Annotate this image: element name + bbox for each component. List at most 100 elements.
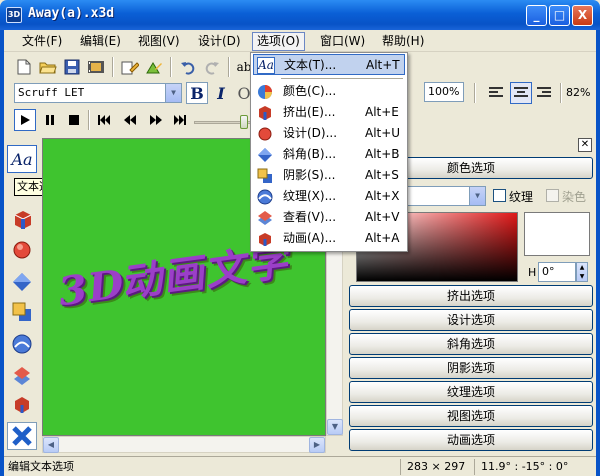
scroll-right-icon[interactable]: ▶ xyxy=(309,437,325,453)
zoom-field[interactable]: 100% xyxy=(424,82,464,102)
text-icon: Aa xyxy=(257,57,275,74)
window-frame-right xyxy=(596,30,600,476)
menu-option-shadow[interactable]: 阴影(S)... Alt+S xyxy=(253,165,405,186)
maximize-button[interactable]: □ xyxy=(549,5,570,26)
first-frame-icon[interactable] xyxy=(94,110,114,130)
window-title: Away(a).x3d xyxy=(28,6,115,21)
toolbar-separator xyxy=(88,110,90,130)
shadow-icon xyxy=(256,167,274,184)
undo-icon[interactable] xyxy=(178,57,198,77)
redo-icon[interactable] xyxy=(202,57,222,77)
new-file-icon[interactable] xyxy=(14,57,34,77)
canvas-horizontal-scrollbar[interactable]: ◀ ▶ xyxy=(42,436,326,453)
view-tool[interactable] xyxy=(7,362,37,390)
italic-button[interactable]: I xyxy=(211,83,231,103)
animation-icon xyxy=(256,230,274,247)
align-left-icon[interactable] xyxy=(486,83,506,103)
chevron-down-icon: ▼ xyxy=(469,187,485,205)
font-name-select[interactable]: Scruff LET ▼ xyxy=(14,83,182,103)
menu-option-view[interactable]: 查看(V)... Alt+V xyxy=(253,207,405,228)
color-icon xyxy=(256,83,274,100)
edit-design-icon[interactable] xyxy=(144,57,164,77)
menu-bar: 文件(F) 编辑(E) 视图(V) 设计(D) 选项(O) 窗口(W) 帮助(H… xyxy=(4,30,596,52)
rewind-icon[interactable] xyxy=(120,110,140,130)
extrude-icon xyxy=(256,104,274,121)
animation-tool[interactable] xyxy=(7,390,37,418)
shadow-tool[interactable] xyxy=(7,298,37,326)
align-center-icon[interactable] xyxy=(510,82,532,104)
animation-options-button[interactable]: 动画选项 xyxy=(349,429,593,451)
texture-checkbox-label: 纹理 xyxy=(509,190,534,204)
menu-help[interactable]: 帮助(H) xyxy=(378,33,428,49)
menu-window[interactable]: 窗口(W) xyxy=(316,33,369,49)
toolbar-separator xyxy=(474,83,476,103)
timeline-slider-thumb[interactable] xyxy=(240,115,248,129)
texture-tool[interactable] xyxy=(7,330,37,358)
hue-label: H xyxy=(528,266,537,279)
texture-icon xyxy=(256,188,274,205)
film-icon[interactable] xyxy=(86,57,106,77)
status-bar: 编辑文本选项 283 × 297 11.9° : -15° : 0° xyxy=(4,456,596,476)
menu-design[interactable]: 设计(D) xyxy=(194,33,245,49)
scroll-down-icon[interactable]: ▼ xyxy=(327,419,343,435)
view-icon xyxy=(256,209,274,226)
bevel-tool[interactable] xyxy=(7,268,37,296)
align-right-icon[interactable] xyxy=(534,83,554,103)
menu-option-color[interactable]: 颜色(C)... xyxy=(253,81,405,102)
toolbar-separator xyxy=(560,83,562,103)
chevron-down-icon: ▼ xyxy=(165,84,181,102)
scroll-left-icon[interactable]: ◀ xyxy=(43,437,59,453)
play-icon[interactable] xyxy=(14,109,36,131)
hue-input[interactable]: 0° xyxy=(538,262,576,282)
view-options-button[interactable]: 视图选项 xyxy=(349,405,593,427)
text-options-tool[interactable]: Aa xyxy=(7,145,37,173)
bevel-icon xyxy=(256,146,274,163)
percent-value: 82% xyxy=(566,86,591,99)
toolbar-separator xyxy=(228,57,230,77)
design-tool[interactable] xyxy=(7,236,37,264)
x3d-logo-icon[interactable] xyxy=(7,422,37,450)
design-icon xyxy=(256,125,274,142)
panel-close-icon[interactable]: ✕ xyxy=(578,138,592,152)
texture-checkbox[interactable] xyxy=(493,189,506,202)
menu-file[interactable]: 文件(F) xyxy=(18,33,66,49)
dye-checkbox[interactable] xyxy=(546,189,559,202)
pause-icon[interactable] xyxy=(40,110,60,130)
status-rotation-angles: 11.9° : -15° : 0° xyxy=(474,459,584,475)
texture-options-button[interactable]: 纹理选项 xyxy=(349,381,593,403)
toolbar-separator xyxy=(112,57,114,77)
status-message: 编辑文本选项 xyxy=(8,460,74,473)
menu-view[interactable]: 视图(V) xyxy=(134,33,184,49)
close-button[interactable]: X xyxy=(572,5,593,26)
menu-option-bevel[interactable]: 斜角(B)... Alt+B xyxy=(253,144,405,165)
minimize-button[interactable]: _ xyxy=(526,5,547,26)
edit-text-icon[interactable] xyxy=(120,57,140,77)
bevel-options-button[interactable]: 斜角选项 xyxy=(349,333,593,355)
menu-option-animation[interactable]: 动画(A)... Alt+A xyxy=(253,228,405,249)
toolbar-separator xyxy=(170,57,172,77)
bold-button[interactable]: B xyxy=(186,82,208,104)
extrude-options-button[interactable]: 挤出选项 xyxy=(349,285,593,307)
last-frame-icon[interactable] xyxy=(170,110,190,130)
title-bar: 3D Away(a).x3d _ □ X xyxy=(0,0,600,30)
stop-icon[interactable] xyxy=(64,110,84,130)
status-canvas-size: 283 × 297 xyxy=(400,459,474,475)
menu-option-extrude[interactable]: 挤出(E)... Alt+E xyxy=(253,102,405,123)
menu-option-design[interactable]: 设计(D)... Alt+U xyxy=(253,123,405,144)
hue-spinner[interactable]: ▲ ▼ xyxy=(576,262,588,282)
dye-checkbox-label: 染色 xyxy=(562,190,587,204)
shadow-options-button[interactable]: 阴影选项 xyxy=(349,357,593,379)
menu-option-texture[interactable]: 纹理(X)... Alt+X xyxy=(253,186,405,207)
color-preview-swatch xyxy=(524,212,590,256)
menu-option-text[interactable]: Aa 文本(T)... Alt+T xyxy=(253,54,405,75)
design-options-button[interactable]: 设计选项 xyxy=(349,309,593,331)
open-folder-icon[interactable] xyxy=(38,57,58,77)
menu-options[interactable]: 选项(O) xyxy=(252,32,305,51)
menu-edit[interactable]: 编辑(E) xyxy=(76,33,125,49)
extrude-tool[interactable] xyxy=(7,206,37,234)
fast-forward-icon[interactable] xyxy=(146,110,166,130)
menu-separator xyxy=(281,78,403,79)
font-name-value: Scruff LET xyxy=(18,86,85,99)
options-dropdown-menu: Aa 文本(T)... Alt+T 颜色(C)... 挤出(E)... Alt+… xyxy=(250,52,408,252)
save-icon[interactable] xyxy=(62,57,82,77)
